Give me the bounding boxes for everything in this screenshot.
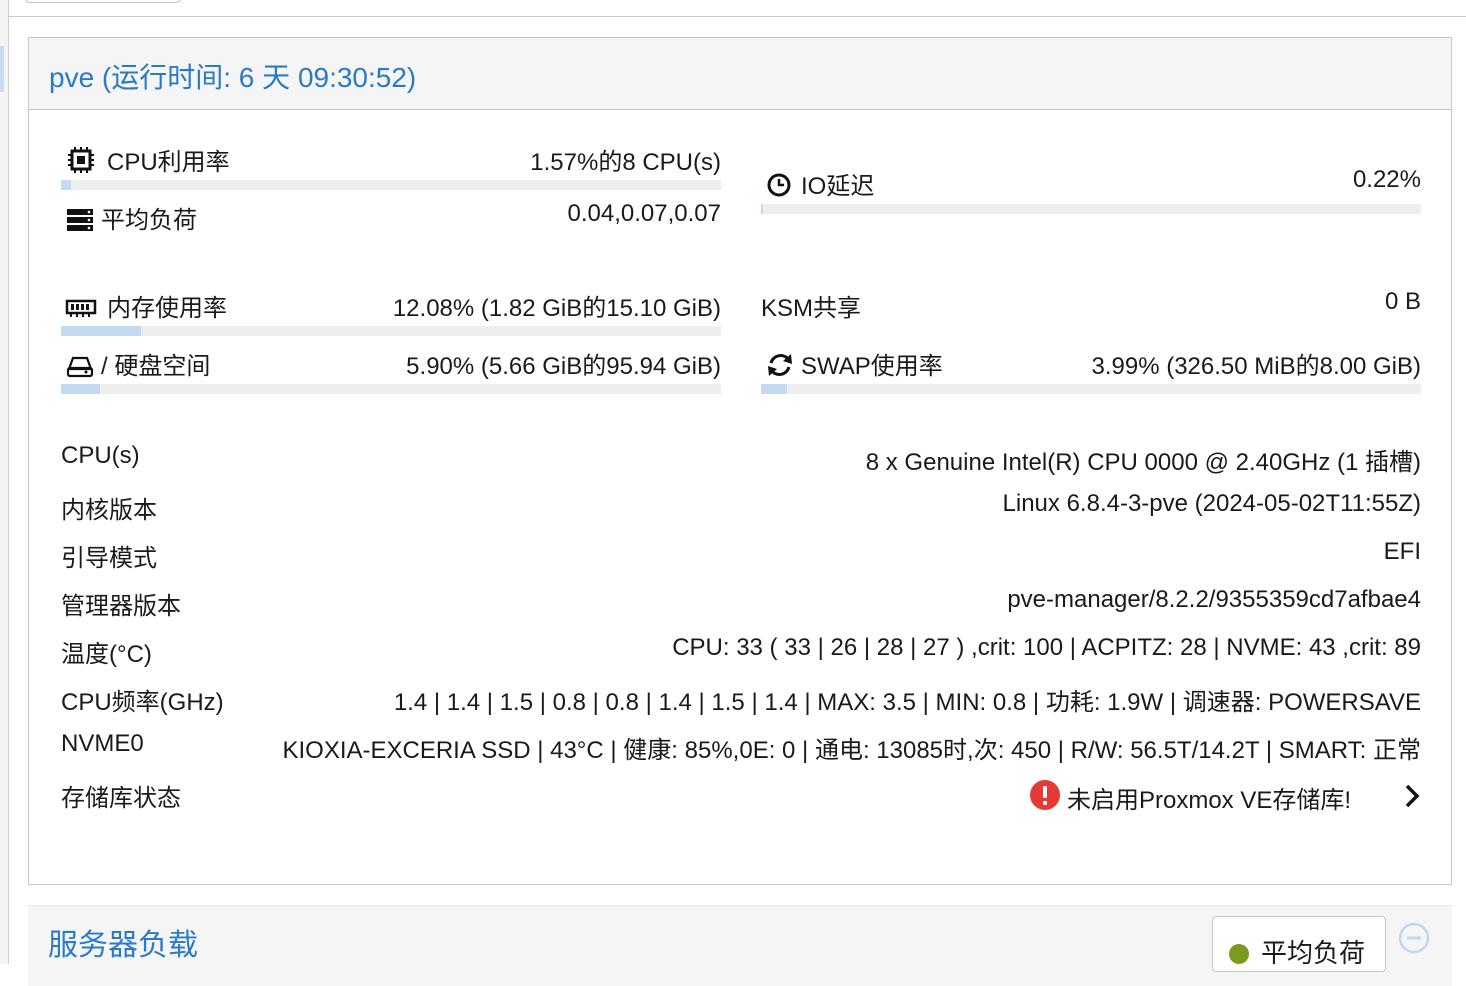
nvme-value: KIOXIA-EXCERIA SSD | 43°C | 健康: 85%,0E: …	[282, 737, 1421, 764]
boot-mode-key: 引导模式	[61, 545, 157, 572]
manager-version-key: 管理器版本	[61, 593, 181, 620]
temperature-value: CPU: 33 ( 33 | 26 | 28 | 27 ) ,crit: 100…	[672, 634, 1421, 661]
cpu-usage-bar-fill	[61, 180, 72, 190]
manager-version-info-row: 管理器版本 pve-manager/8.2.2/9355359cd7afbae4	[61, 584, 1421, 624]
cpu-chip-icon	[68, 147, 94, 173]
ksm-sharing-value: 0 B	[1384, 288, 1421, 315]
memory-usage-bar	[61, 326, 721, 336]
disk-space-row: / 硬盘空间 5.90% (5.66 GiB的95.94 GiB)	[61, 342, 721, 380]
io-delay-row: IO延迟 0.22%	[761, 162, 1421, 200]
io-delay-bar	[761, 204, 1421, 214]
node-status-title: pve (运行时间: 6 天 09:30:52)	[49, 62, 417, 93]
boot-mode-info-row: 引导模式 EFI	[61, 536, 1421, 576]
memory-usage-value: 12.08% (1.82 GiB的15.10 GiB)	[392, 295, 721, 322]
hard-drive-icon	[66, 356, 94, 378]
server-stack-icon	[67, 209, 93, 231]
cpu-usage-value: 1.57%的8 CPU(s)	[530, 149, 721, 176]
legend-color-dot	[1229, 944, 1249, 964]
load-average-label: 平均负荷	[101, 207, 197, 234]
ksm-sharing-row: KSM共享 0 B	[761, 284, 1421, 322]
repository-status-row: 存储库状态 未启用Proxmox VE存储库!	[61, 776, 1421, 816]
chevron-right-icon[interactable]	[1403, 783, 1421, 809]
temperature-info-row: 温度(°C) CPU: 33 ( 33 | 26 | 28 | 27 ) ,cr…	[61, 632, 1421, 672]
server-load-panel: 服务器负载 平均负荷	[28, 905, 1452, 986]
memory-usage-row: 内存使用率 12.08% (1.82 GiB的15.10 GiB)	[61, 284, 721, 322]
warning-exclamation-icon	[1030, 780, 1060, 810]
cpus-key: CPU(s)	[61, 442, 140, 469]
swap-usage-label: SWAP使用率	[801, 353, 943, 380]
io-delay-label: IO延迟	[801, 173, 875, 200]
node-status-header: pve (运行时间: 6 天 09:30:52)	[29, 38, 1451, 110]
top-tab-edge[interactable]	[24, 0, 182, 3]
cpu-frequency-value: 1.4 | 1.4 | 1.5 | 0.8 | 0.8 | 1.4 | 1.5 …	[393, 689, 1421, 716]
top-divider	[8, 16, 1466, 17]
clock-icon	[767, 173, 791, 197]
kernel-key: 内核版本	[61, 497, 157, 524]
temperature-key: 温度(°C)	[61, 641, 152, 668]
memory-usage-label: 内存使用率	[107, 295, 227, 322]
repository-status-key: 存储库状态	[61, 785, 181, 812]
kernel-info-row: 内核版本 Linux 6.8.4-3-pve (2024-05-02T11:55…	[61, 488, 1421, 528]
left-navigation-edge	[0, 0, 9, 964]
io-delay-value: 0.22%	[1352, 166, 1421, 193]
cpu-usage-label: CPU利用率	[107, 149, 230, 176]
cpu-usage-bar	[61, 180, 721, 190]
cpu-frequency-key: CPU频率(GHz)	[61, 689, 224, 716]
kernel-value: Linux 6.8.4-3-pve (2024-05-02T11:55Z)	[1002, 490, 1421, 517]
left-navigation-selection	[0, 46, 4, 92]
memory-stick-icon	[65, 299, 97, 317]
legend-label: 平均负荷	[1261, 938, 1366, 968]
swap-usage-value: 3.99% (326.50 MiB的8.00 GiB)	[1091, 353, 1422, 380]
nvme-key: NVME0	[61, 730, 144, 757]
io-delay-bar-fill	[761, 204, 763, 214]
memory-usage-bar-fill	[61, 326, 141, 336]
nvme-info-row: NVME0 KIOXIA-EXCERIA SSD | 43°C | 健康: 85…	[61, 728, 1421, 768]
manager-version-value: pve-manager/8.2.2/9355359cd7afbae4	[1007, 586, 1421, 613]
swap-usage-bar-fill	[761, 384, 788, 394]
cpu-frequency-info-row: CPU频率(GHz) 1.4 | 1.4 | 1.5 | 0.8 | 0.8 |…	[61, 680, 1421, 720]
server-load-title: 服务器负载	[48, 929, 198, 962]
load-average-row: 平均负荷 0.04,0.07,0.07	[61, 196, 721, 234]
disk-space-bar-fill	[61, 384, 100, 394]
disk-space-label: / 硬盘空间	[101, 353, 211, 380]
swap-usage-row: SWAP使用率 3.99% (326.50 MiB的8.00 GiB)	[761, 342, 1422, 380]
cpu-usage-row: CPU利用率 1.57%的8 CPU(s)	[61, 138, 721, 176]
ksm-sharing-label: KSM共享	[761, 295, 862, 322]
repository-status-link[interactable]: 未启用Proxmox VE存储库!	[1021, 776, 1421, 816]
disk-space-value: 5.90% (5.66 GiB的95.94 GiB)	[406, 353, 721, 380]
cpus-value: 8 x Genuine Intel(R) CPU 0000 @ 2.40GHz …	[865, 449, 1421, 476]
disk-space-bar	[61, 384, 721, 394]
refresh-icon	[768, 354, 792, 376]
load-average-value: 0.04,0.07,0.07	[567, 200, 721, 227]
node-status-panel: pve (运行时间: 6 天 09:30:52) CPU利用率 1.57%的8 …	[28, 37, 1452, 885]
boot-mode-value: EFI	[1383, 538, 1421, 565]
cpus-info-row: CPU(s) 8 x Genuine Intel(R) CPU 0000 @ 2…	[61, 440, 1421, 480]
swap-usage-bar	[761, 384, 1421, 394]
repository-status-value: 未启用Proxmox VE存储库!	[1067, 787, 1352, 814]
collapse-icon[interactable]	[1398, 922, 1430, 954]
